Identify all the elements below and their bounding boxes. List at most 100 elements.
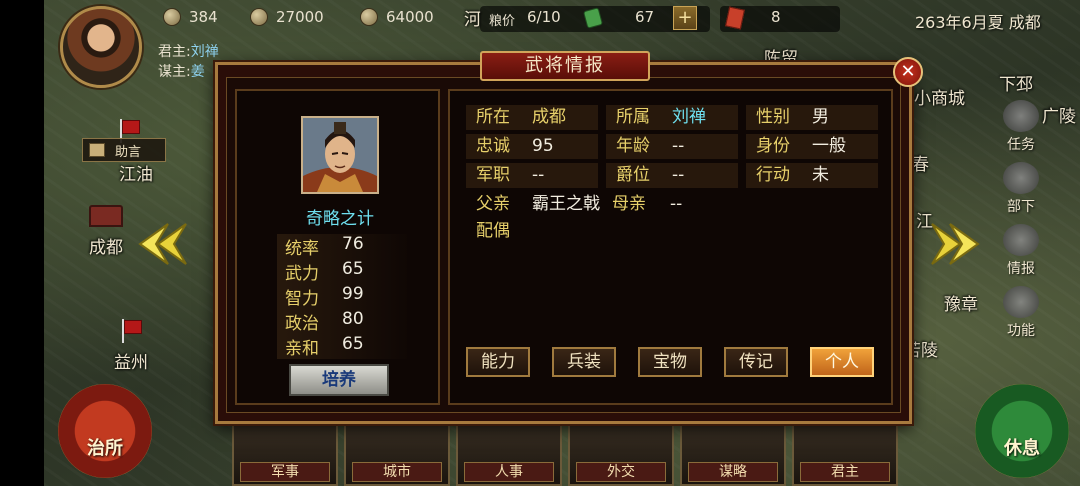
menu-subordinates[interactable]: 部下 <box>992 162 1050 216</box>
menu-functions[interactable]: 功能 <box>992 286 1050 340</box>
city-chun[interactable]: 春 <box>912 150 929 175</box>
info-row: 所在 成都 所属 刘禅 性别 男 <box>466 105 878 130</box>
info-position: 军职 -- <box>466 163 598 188</box>
tab-strategy[interactable]: 谋略 <box>680 420 786 486</box>
tab-strategy-label: 谋略 <box>688 462 778 482</box>
tab-biography[interactable]: 传记 <box>724 347 788 377</box>
info-location: 所在 成都 <box>466 105 598 130</box>
city-jiangyou[interactable]: 江油 <box>119 160 153 185</box>
date-display: 263年6月夏 成都 <box>915 13 1041 32</box>
advice-button[interactable]: 助言 <box>82 138 166 162</box>
stat-value: 80 <box>342 309 364 329</box>
info-row: 忠诚 95 年龄 -- 身份 一般 <box>466 134 878 159</box>
info-row: 军职 -- 爵位 -- 行动 未 <box>466 163 878 188</box>
intel-icon <box>1003 224 1039 256</box>
tab-personal[interactable]: 个人 <box>810 347 874 377</box>
info-label: 爵位 <box>616 165 650 185</box>
govern-button[interactable]: 治所 <box>58 384 152 478</box>
strategy-skill: 奇略之计 <box>306 209 374 229</box>
prev-officer-arrow[interactable] <box>138 220 188 268</box>
menu-subordinates-label: 部下 <box>1007 199 1035 215</box>
tab-treasure[interactable]: 宝物 <box>638 347 702 377</box>
tab-city-label: 城市 <box>352 462 442 482</box>
stat-value: 99 <box>342 284 364 304</box>
info-label: 忠诚 <box>476 136 510 156</box>
info-value: 95 <box>532 136 554 156</box>
govern-label: 治所 <box>87 438 123 459</box>
lord-name: 刘禅 <box>190 44 219 60</box>
info-label: 行动 <box>756 165 790 185</box>
officer-details-panel: 所在 成都 所属 刘禅 性别 男 忠诚 95 年龄 -- 身份 一般 军职 -- 爵位 -- 行… <box>448 89 893 405</box>
stat-label: 智力 <box>285 289 319 309</box>
info-value: -- <box>532 165 545 185</box>
close-button[interactable]: ✕ <box>893 57 923 87</box>
add-jade-button[interactable]: + <box>673 6 697 30</box>
tab-equipment[interactable]: 兵装 <box>552 347 616 377</box>
bottom-command-bar: 军事 城市 人事 外交 谋略 君主 <box>232 420 898 486</box>
troops-value: 64000 <box>386 8 434 26</box>
tab-ability[interactable]: 能力 <box>466 347 530 377</box>
resource-bar: 384 27000 64000 粮价 6/10 67 + 8 263年6月夏 成… <box>145 0 1080 38</box>
city-xiaoshang[interactable]: 小商城 <box>914 84 965 109</box>
city-yizhou[interactable]: 益州 <box>114 348 148 373</box>
left-black-margin <box>0 0 44 486</box>
mother-value: -- <box>670 194 683 214</box>
tab-city[interactable]: 城市 <box>344 420 450 486</box>
stat-label: 亲和 <box>285 339 319 359</box>
coin-icon <box>163 8 181 26</box>
detail-tabs: 能力 兵装 宝物 传记 个人 <box>466 347 878 377</box>
troops-icon <box>360 8 378 26</box>
jade-value: 67 <box>635 8 655 26</box>
stat-war: 武力 65 <box>277 259 407 284</box>
resource-gold: 384 <box>163 8 218 26</box>
father-label: 父亲 <box>476 194 510 214</box>
info-label: 军职 <box>476 165 510 185</box>
orders-value: 8 <box>771 8 781 26</box>
tab-military-label: 军事 <box>240 462 330 482</box>
tab-diplomacy[interactable]: 外交 <box>568 420 674 486</box>
rest-button[interactable]: 休息 <box>975 384 1069 478</box>
book-icon <box>89 143 105 157</box>
resource-troops: 64000 <box>360 8 434 26</box>
info-rank: 爵位 -- <box>606 163 738 188</box>
advisor-name: 姜 <box>190 64 205 80</box>
tab-military[interactable]: 军事 <box>232 420 338 486</box>
gold-value: 384 <box>189 8 218 26</box>
dialog-title: 武将情报 <box>480 51 650 81</box>
city-xiapi[interactable]: 下邳 <box>999 70 1033 95</box>
menu-intel-label: 情报 <box>1007 261 1035 277</box>
gear-icon <box>1003 286 1039 318</box>
menu-intel[interactable]: 情报 <box>992 224 1050 278</box>
info-label: 所在 <box>476 107 510 127</box>
stat-label: 武力 <box>285 264 319 284</box>
tab-personnel[interactable]: 人事 <box>456 420 562 486</box>
lord-label: 君主: <box>158 44 191 60</box>
menu-functions-label: 功能 <box>1007 323 1035 339</box>
resource-food: 27000 <box>250 8 324 26</box>
tab-ruler[interactable]: 君主 <box>792 420 898 486</box>
mother-label: 母亲 <box>612 194 646 214</box>
stat-value: 65 <box>342 259 364 279</box>
advisor-label: 谋主: <box>158 64 191 80</box>
castle-icon <box>89 205 123 227</box>
ruler-avatar[interactable] <box>60 6 142 88</box>
stat-label: 统率 <box>285 239 319 259</box>
tab-personnel-label: 人事 <box>464 462 554 482</box>
father-value: 霸王之戟 <box>532 194 600 214</box>
info-value: 男 <box>812 107 829 127</box>
stat-label: 政治 <box>285 314 319 334</box>
info-age: 年龄 -- <box>606 134 738 159</box>
food-icon <box>250 8 268 26</box>
city-chengdu[interactable]: 成都 <box>89 233 123 258</box>
menu-tasks[interactable]: 任务 <box>992 100 1050 154</box>
info-loyalty: 忠诚 95 <box>466 134 598 159</box>
city-yuzhang[interactable]: 豫章 <box>944 290 978 315</box>
food-value: 27000 <box>276 8 324 26</box>
officer-info-dialog: 武将情报 ✕ 奇略之计 统率 76 武力 65 智力 99 政治 80 亲和 65 培养 <box>215 51 923 424</box>
stat-leadership: 统率 76 <box>277 234 407 259</box>
menu-tasks-label: 任务 <box>1007 137 1035 153</box>
officer-portrait-image <box>303 118 377 192</box>
city-flag <box>122 319 142 343</box>
train-button[interactable]: 培养 <box>289 364 389 396</box>
next-officer-arrow[interactable] <box>930 220 980 268</box>
